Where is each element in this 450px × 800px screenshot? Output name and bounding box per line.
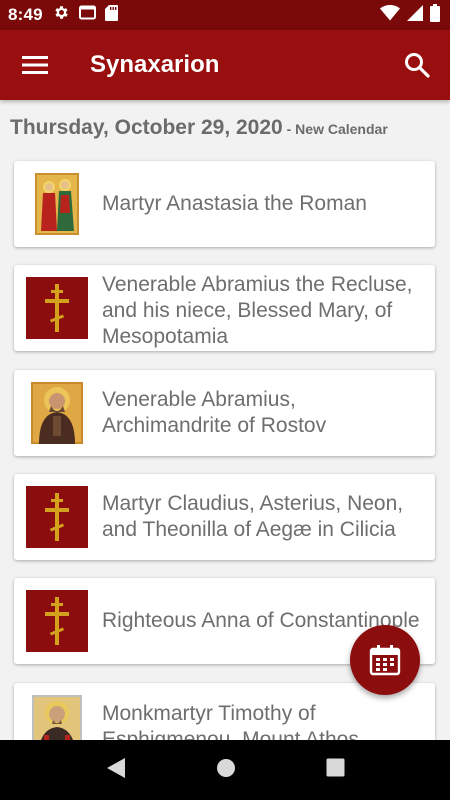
hamburger-menu-icon [22, 56, 48, 74]
saint-name: Venerable Abramius the Recluse, and his … [102, 273, 413, 348]
saint-icon-image [26, 173, 88, 235]
date-header: Thursday, October 29, 2020 - New Calenda… [10, 116, 388, 140]
home-nav-button[interactable] [216, 758, 236, 783]
saint-icon-image [26, 695, 88, 740]
signal-icon [407, 4, 423, 26]
menu-button[interactable] [0, 30, 70, 100]
saint-name: Venerable Abramius, Archimandrite of Ros… [102, 388, 327, 437]
saint-icon-image [26, 382, 88, 444]
app-bar: Synaxarion [0, 30, 450, 100]
search-icon [405, 53, 430, 78]
orthodox-cross-icon [26, 486, 88, 548]
search-button[interactable] [392, 40, 442, 90]
saint-name: Martyr Claudius, Asterius, Neon, and The… [102, 492, 404, 541]
system-nav-bar [0, 740, 450, 800]
back-triangle-icon [106, 757, 125, 778]
home-circle-icon [217, 758, 236, 777]
recents-square-icon [326, 758, 345, 777]
recents-nav-button[interactable] [326, 758, 345, 782]
app-title: Synaxarion [90, 51, 220, 78]
orthodox-cross-icon [26, 277, 88, 339]
saint-name: Martyr Anastasia the Roman [102, 192, 367, 215]
battery-icon [430, 3, 440, 27]
date-label: Thursday, October 29, 2020 [10, 116, 283, 139]
sd-card-icon [104, 4, 118, 26]
calendar-type-label: - New Calendar [282, 121, 388, 137]
saint-card[interactable]: Martyr Anastasia the Roman [14, 161, 435, 247]
calendar-icon [369, 645, 401, 676]
saint-card[interactable]: Venerable Abramius, Archimandrite of Ros… [14, 370, 435, 456]
orthodox-cross-icon [26, 590, 88, 652]
calendar-fab-button[interactable] [350, 625, 420, 695]
back-nav-button[interactable] [105, 757, 127, 784]
settings-gear-icon [53, 4, 70, 26]
screen-cast-icon [78, 5, 96, 25]
status-bar: 8:49 [0, 0, 450, 30]
saint-card[interactable]: Venerable Abramius the Recluse, and his … [14, 265, 435, 351]
wifi-icon [380, 4, 400, 26]
saint-card[interactable]: Martyr Claudius, Asterius, Neon, and The… [14, 474, 435, 560]
status-time: 8:49 [8, 5, 43, 24]
